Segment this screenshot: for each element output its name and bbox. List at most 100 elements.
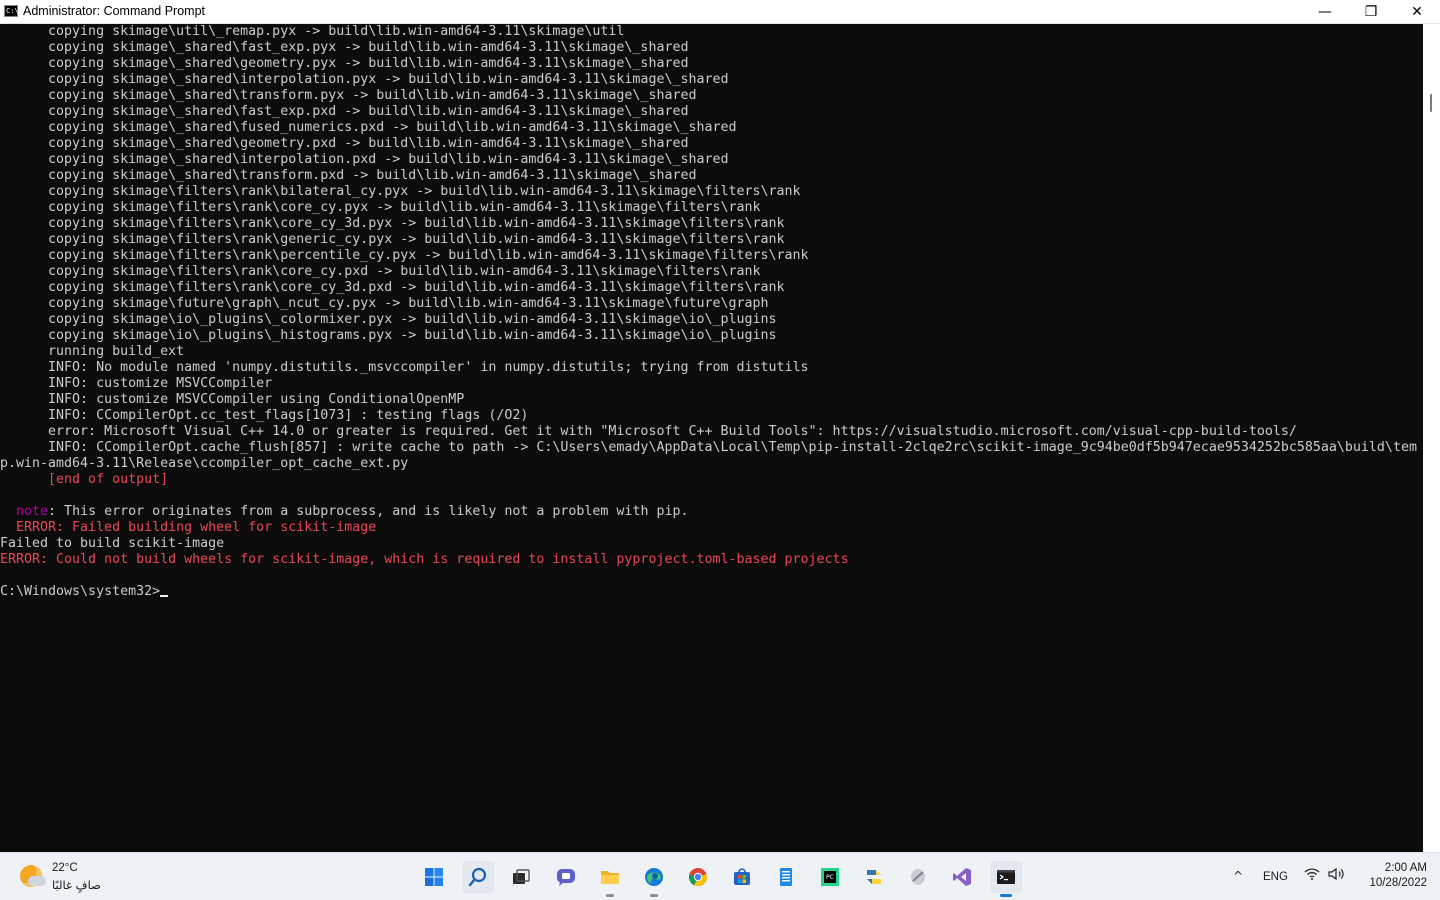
vertical-scrollbar[interactable] [1423, 24, 1440, 852]
search-button[interactable] [462, 861, 494, 893]
text-cursor [160, 595, 169, 597]
volume-icon[interactable] [1328, 867, 1346, 885]
note-text: : This error originates from a subproces… [48, 504, 689, 519]
search-icon [468, 867, 487, 887]
clock-date: 10/28/2022 [1369, 877, 1427, 889]
cmd-icon-label: C:\ [6, 7, 19, 15]
console-line: note: This error originates from a subpr… [0, 504, 1423, 520]
window-title: Administrator: Command Prompt [23, 4, 206, 18]
console-line: running build_ext [0, 344, 185, 359]
console-line: copying skimage\_shared\geometry.pxd -> … [0, 136, 689, 151]
minimize-button[interactable]: — [1302, 0, 1348, 23]
close-button[interactable]: ✕ [1394, 0, 1440, 23]
console-text: copying skimage\util\_remap.pyx -> build… [0, 24, 1423, 600]
console-line: INFO: CCompilerOpt.cc_test_flags[1073] :… [0, 408, 529, 423]
console-line: copying skimage\_shared\fast_exp.pyx -> … [0, 40, 689, 55]
task-view-button[interactable] [505, 861, 537, 893]
running-indicator [606, 894, 614, 897]
active-indicator [1000, 894, 1012, 897]
system-clock[interactable]: 2:00 AM 10/28/2022 [1355, 861, 1427, 891]
partly-sunny-icon [20, 865, 46, 887]
console-line: copying skimage\_shared\interpolation.py… [0, 72, 729, 87]
console-line: copying skimage\filters\rank\generic_cy.… [0, 232, 785, 247]
file-explorer-button[interactable] [594, 861, 626, 897]
store-button[interactable] [726, 861, 758, 893]
store-icon [734, 868, 750, 885]
edge-icon [645, 868, 663, 886]
running-indicator [650, 894, 658, 897]
cmd-app-icon[interactable]: C:\ [4, 5, 19, 17]
maximize-button[interactable]: ❐ [1348, 0, 1394, 23]
weather-temperature: 22°C [52, 862, 78, 874]
windows-logo-icon [425, 868, 443, 886]
tool-icon [911, 869, 925, 885]
python-button[interactable] [858, 861, 890, 893]
weather-condition: صافٍ غالبًا [52, 878, 101, 892]
console-line: copying skimage\filters\rank\core_cy_3d.… [0, 280, 785, 295]
chat-icon [557, 869, 575, 886]
chrome-icon [689, 868, 708, 887]
pycharm-button[interactable]: PC [814, 861, 846, 893]
console-line: copying skimage\_shared\fast_exp.pxd -> … [0, 104, 689, 119]
console-line: copying skimage\util\_remap.pyx -> build… [0, 24, 625, 39]
start-button[interactable] [418, 861, 450, 893]
console-line: copying skimage\_shared\fused_numerics.p… [0, 120, 737, 135]
clock-time: 2:00 AM [1384, 862, 1427, 874]
console-line: INFO: customize MSVCCompiler using Condi… [0, 392, 465, 407]
input-language[interactable]: ENG [1263, 871, 1288, 883]
console-line: copying skimage\io\_plugins\_histograms.… [0, 328, 777, 343]
pycharm-icon: PC [821, 868, 839, 886]
console-line: copying skimage\filters\rank\core_cy.pxd… [0, 264, 761, 279]
console-line: INFO: customize MSVCCompiler [0, 376, 273, 391]
chat-button[interactable] [550, 861, 582, 893]
wifi-glyph [1304, 868, 1320, 880]
console-line: [end of output] [0, 472, 169, 487]
folder-icon [601, 871, 619, 884]
console-line: copying skimage\filters\rank\core_cy.pyx… [0, 200, 761, 215]
console-line: copying skimage\_shared\geometry.pyx -> … [0, 56, 689, 71]
console-line: copying skimage\_shared\transform.pyx ->… [0, 88, 697, 103]
console-line: copying skimage\_shared\transform.pxd ->… [0, 168, 697, 183]
console-line: error: Microsoft Visual C++ 14.0 or grea… [0, 424, 1297, 439]
edge-button[interactable] [638, 861, 670, 897]
minimize-icon: — [1318, 3, 1332, 20]
notepad-button[interactable] [770, 861, 802, 893]
close-icon: ✕ [1411, 3, 1423, 20]
console-line: ERROR: Could not build wheels for scikit… [0, 552, 849, 567]
python-icon [867, 870, 881, 884]
console-line: INFO: CCompilerOpt.cache_flush[857] : wr… [0, 440, 1417, 455]
console-line: copying skimage\_shared\interpolation.px… [0, 152, 729, 167]
console-line: p.win-amd64-3.11\Release\ccompiler_opt_c… [0, 456, 409, 471]
console-line: copying skimage\filters\rank\core_cy_3d.… [0, 216, 785, 231]
show-hidden-icons-chevron-icon[interactable]: ^ [1233, 869, 1243, 883]
console-line: INFO: No module named 'numpy.distutils._… [0, 360, 809, 375]
visual-studio-button[interactable] [946, 861, 978, 893]
taskbar: 22°C صافٍ غالبًا PC ^ ENG 2:00 AM 10/28/… [0, 852, 1440, 900]
console-line: copying skimage\filters\rank\bilateral_c… [0, 184, 801, 199]
svg-text:PC: PC [826, 874, 834, 881]
chrome-button[interactable] [682, 861, 714, 893]
command-prompt-taskbar-button[interactable] [990, 861, 1022, 897]
maximize-icon: ❐ [1364, 3, 1378, 20]
tool-button[interactable] [902, 861, 934, 893]
wifi-icon[interactable] [1304, 867, 1320, 885]
console-line: copying skimage\filters\rank\percentile_… [0, 248, 809, 263]
visual-studio-icon [953, 868, 971, 886]
weather-widget[interactable]: 22°C صافٍ غالبًا [18, 861, 138, 893]
console-line: Failed to build scikit-image [0, 536, 225, 551]
console-line: copying skimage\io\_plugins\_colormixer.… [0, 312, 777, 327]
console-output[interactable]: copying skimage\util\_remap.pyx -> build… [0, 24, 1423, 852]
volume-glyph [1328, 867, 1344, 881]
note-label: note [0, 504, 49, 519]
command-prompt-line[interactable]: C:\Windows\system32> [0, 584, 1423, 600]
console-line: copying skimage\future\graph\_ncut_cy.py… [0, 296, 769, 311]
task-view-icon [513, 869, 530, 884]
console-line: ERROR: Failed building wheel for scikit-… [0, 520, 377, 535]
notepad-icon [780, 868, 792, 886]
scrollbar-thumb[interactable] [1430, 94, 1432, 112]
terminal-icon [997, 870, 1015, 884]
prompt-path: C:\Windows\system32> [0, 584, 161, 599]
title-bar[interactable]: C:\ Administrator: Command Prompt — ❐ ✕ [0, 0, 1440, 24]
